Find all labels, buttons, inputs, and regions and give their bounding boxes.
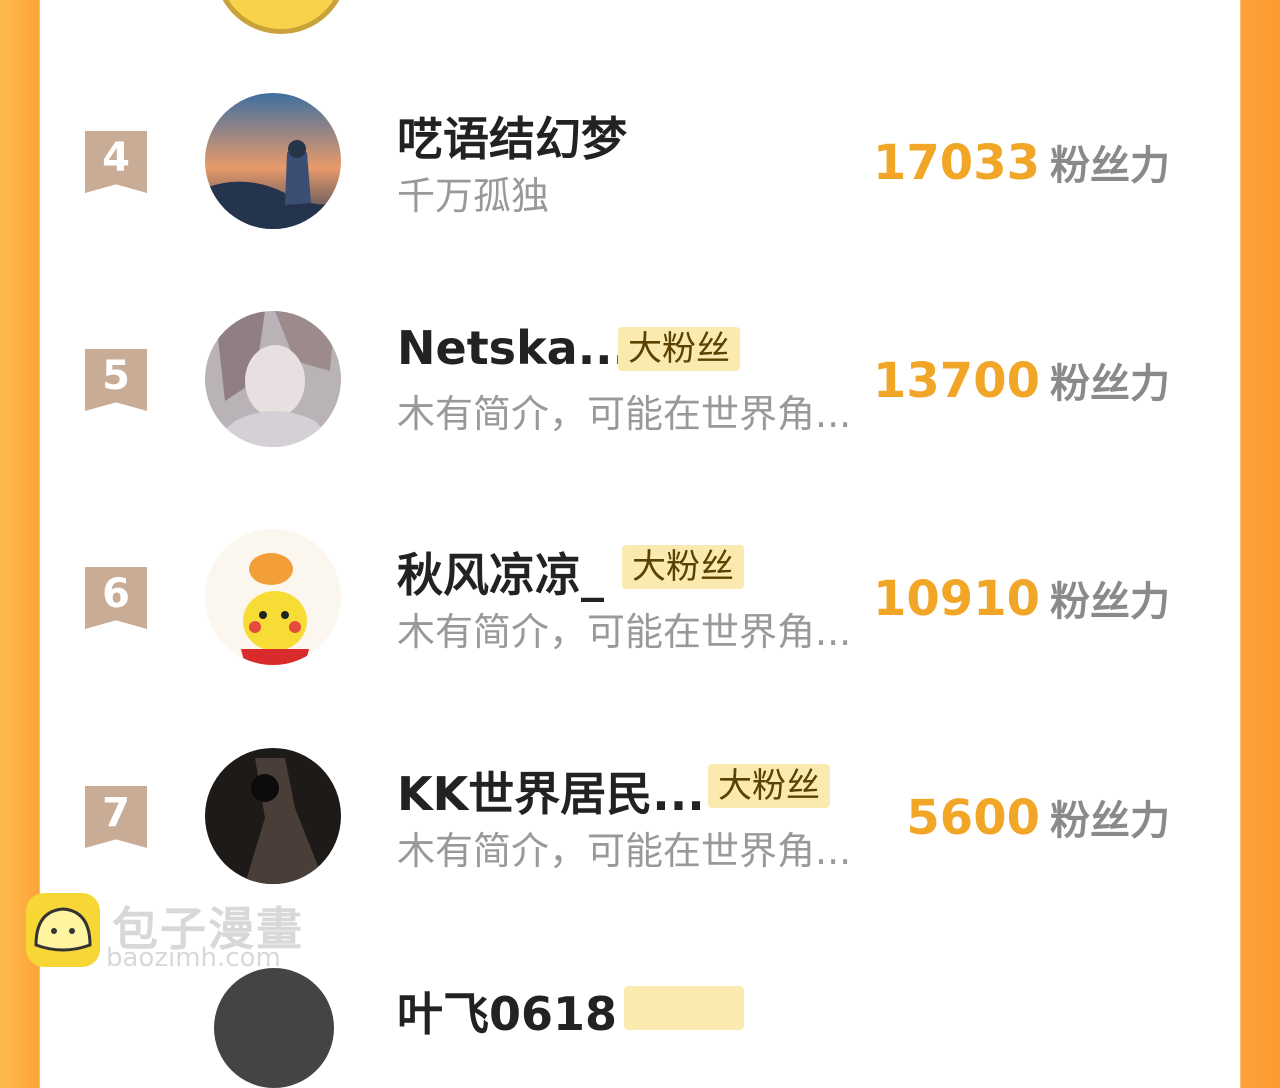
bun-logo-icon [26, 893, 100, 967]
fan-power-unit: 粉丝力 [1050, 798, 1170, 844]
avatar[interactable] [205, 748, 341, 884]
rank-ribbon: 7 [85, 786, 147, 848]
username[interactable]: 秋风凉凉_ [397, 539, 604, 605]
big-fan-badge: 大粉丝 [622, 545, 744, 589]
fan-power: 13700 粉丝力 [873, 351, 1170, 409]
avatar[interactable] [205, 311, 341, 447]
rank-ribbon: 4 [85, 131, 147, 193]
rank-ribbon: 6 [85, 567, 147, 629]
ranking-row[interactable]: 6 秋风凉凉_ 大粉丝 木有简介，可能在世界角... 10910 粉丝力 [0, 529, 1280, 679]
user-bio: 千万孤独 [397, 174, 550, 218]
user-bio: 木有简介，可能在世界角... [397, 392, 852, 436]
username[interactable]: 呓语结幻梦 [397, 103, 627, 169]
fan-power: 10910 粉丝力 [873, 569, 1170, 627]
avatar[interactable] [205, 93, 341, 229]
username[interactable]: 叶飞0618 [397, 978, 617, 1044]
fan-power-value: 5600 [906, 790, 1040, 846]
big-fan-badge: 大粉丝 [708, 764, 830, 808]
ranking-row[interactable]: 5 Netska... 大粉丝 木有简介，可能在世界角... 13700 粉丝力 [0, 311, 1280, 461]
user-bio: 木有简介，可能在世界角... [397, 610, 852, 654]
big-fan-badge: 大粉丝 [618, 327, 740, 371]
fan-power-unit: 粉丝力 [1050, 361, 1170, 407]
fan-power-unit: 粉丝力 [1050, 579, 1170, 625]
avatar[interactable] [205, 529, 341, 665]
fan-power-value: 13700 [873, 353, 1040, 409]
fan-power: 17033 粉丝力 [873, 133, 1170, 191]
fan-power-value: 17033 [873, 135, 1040, 191]
ranking-row[interactable]: 4 呓语结幻梦 千万孤独 17033 粉丝力 [0, 93, 1280, 243]
username[interactable]: KK世界居民... [397, 758, 705, 824]
fan-power: 5600 粉丝力 [906, 788, 1170, 846]
rank-ribbon: 5 [85, 349, 147, 411]
watermark-url: baozimh.com [106, 943, 281, 973]
big-fan-badge [624, 986, 744, 1030]
fan-power-value: 10910 [873, 571, 1040, 627]
username[interactable]: Netska... [397, 321, 630, 375]
avatar[interactable] [214, 968, 334, 1088]
site-watermark: 包子漫畫 baozimh.com [26, 893, 346, 973]
ranking-row[interactable]: 7 KK世界居民... 大粉丝 木有简介，可能在世界角... 5600 粉丝力 [0, 748, 1280, 898]
fan-power-unit: 粉丝力 [1050, 143, 1170, 189]
user-bio: 木有简介，可能在世界角... [397, 829, 852, 873]
